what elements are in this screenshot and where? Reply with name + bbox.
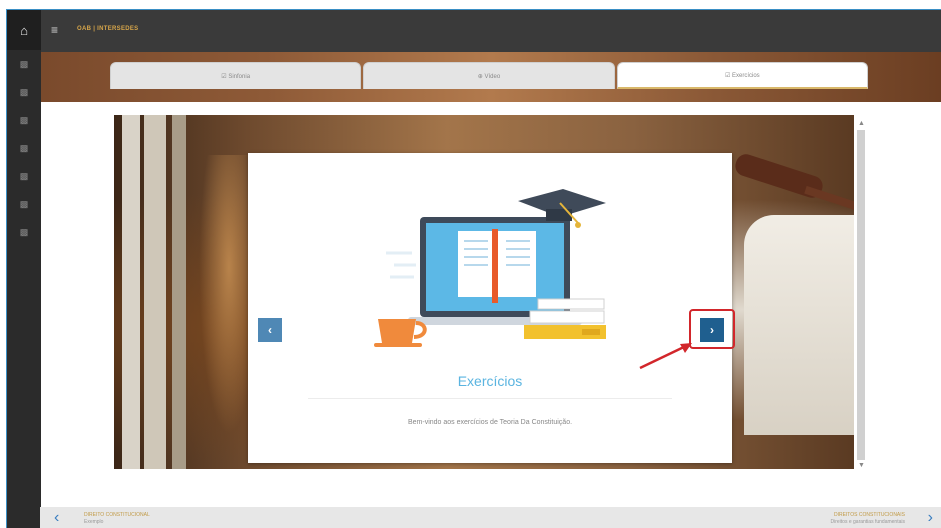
- tab-sinfonia[interactable]: ☑ Sinfonia: [110, 62, 362, 89]
- next-slide-button[interactable]: ›: [700, 318, 724, 342]
- tab-exercicios[interactable]: ☑ Exercícios: [616, 62, 868, 89]
- card-body-text: Bem-vindo aos exercícios de Teoria Da Co…: [407, 419, 573, 426]
- open-book-shape: [744, 215, 854, 435]
- scrollbar[interactable]: [857, 130, 865, 460]
- chevron-right-icon: ›: [710, 323, 714, 337]
- rail-item-3-icon[interactable]: ▩: [19, 116, 29, 125]
- laptop-book-illustration: [374, 189, 606, 347]
- home-icon[interactable]: ⌂: [7, 10, 41, 50]
- rail-item-1-icon[interactable]: ▩: [19, 60, 29, 69]
- tab-video[interactable]: ⊕ Vídeo: [363, 62, 615, 89]
- app-title: OAB | INTERSEDES: [77, 26, 139, 32]
- left-rail: ⌂ ▩ ▩ ▩ ▩ ▩ ▩ ▩: [7, 10, 41, 528]
- rail-item-7-icon[interactable]: ▩: [19, 228, 29, 237]
- tab-bar: ☑ Sinfonia ⊕ Vídeo ☑ Exercícios: [110, 62, 870, 89]
- menu-icon[interactable]: ≡: [51, 23, 63, 37]
- page: ⌂ ▩ ▩ ▩ ▩ ▩ ▩ ▩ ≡ OAB | INTERSEDES ☑ Sin…: [0, 0, 941, 528]
- pointer-arrow-icon: [639, 343, 692, 370]
- rail-item-2-icon[interactable]: ▩: [19, 88, 29, 97]
- rail-item-6-icon[interactable]: ▩: [19, 200, 29, 209]
- book-shape: [122, 115, 140, 469]
- scroll-up-icon[interactable]: ▲: [858, 120, 865, 128]
- previous-slide-button[interactable]: ‹: [258, 318, 282, 342]
- card-heading: Exercícios: [457, 373, 523, 389]
- slide-card: Exercícios Bem-vindo aos exercícios de T…: [248, 153, 732, 463]
- rail-item-4-icon[interactable]: ▩: [19, 144, 29, 153]
- rail-item-5-icon[interactable]: ▩: [19, 172, 29, 181]
- book-shape: [144, 115, 166, 469]
- top-bar: ≡ OAB | INTERSEDES: [41, 10, 941, 52]
- chevron-left-icon: ‹: [268, 323, 272, 337]
- divider: [308, 398, 672, 399]
- book-shape: [172, 115, 186, 469]
- scroll-down-icon[interactable]: ▼: [858, 462, 865, 470]
- gavel-handle-shape: [804, 185, 854, 213]
